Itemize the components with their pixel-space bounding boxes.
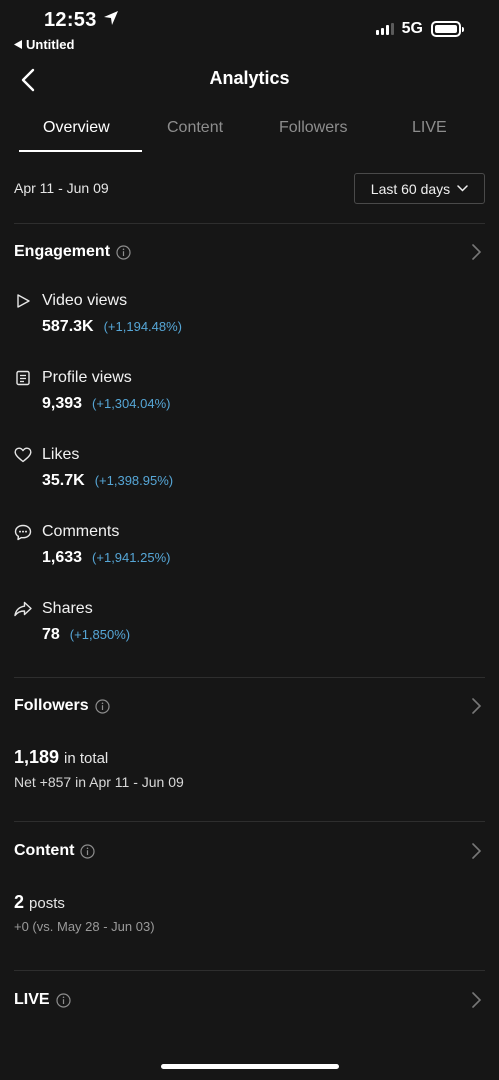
chevron-right-icon[interactable] xyxy=(470,843,482,859)
active-tab-indicator xyxy=(19,150,142,152)
date-range-dropdown-label: Last 60 days xyxy=(370,180,451,197)
divider xyxy=(14,970,485,971)
chevron-down-icon xyxy=(457,185,468,192)
home-indicator[interactable] xyxy=(161,1064,339,1069)
followers-total: 1,189 in total xyxy=(14,747,108,768)
page-title: Analytics xyxy=(209,68,290,88)
live-title: LIVE xyxy=(14,991,50,1008)
content-section-title[interactable]: Content xyxy=(14,842,96,860)
chevron-right-icon[interactable] xyxy=(470,698,482,714)
date-range-label: Apr 11 - Jun 09 xyxy=(14,180,109,196)
share-icon xyxy=(14,600,32,618)
play-icon xyxy=(14,292,32,310)
info-icon xyxy=(116,244,131,260)
info-icon xyxy=(95,698,110,714)
status-bar: 12:53 Untitled 5G xyxy=(0,0,499,56)
content-compare-text: +0 (vs. May 28 - Jun 03) xyxy=(14,919,155,934)
metric-video-views[interactable]: Video views 587.3K (+1,194.48%) xyxy=(14,292,485,352)
followers-section-title[interactable]: Followers xyxy=(14,697,110,715)
metric-label: Likes xyxy=(42,446,80,463)
content-posts: 2 posts xyxy=(14,892,65,913)
metric-likes[interactable]: Likes 35.7K (+1,398.95%) xyxy=(14,446,485,506)
metric-change: (+1,941.25%) xyxy=(92,550,171,565)
comment-icon xyxy=(14,523,32,541)
engagement-section-title[interactable]: Engagement xyxy=(14,243,131,261)
info-icon xyxy=(80,843,96,859)
divider xyxy=(14,677,485,678)
tab-content[interactable]: Content xyxy=(167,119,223,137)
info-icon xyxy=(55,992,71,1008)
metric-label: Video views xyxy=(42,292,128,309)
tab-overview[interactable]: Overview xyxy=(43,119,110,137)
metric-change: (+1,850%) xyxy=(69,627,131,642)
metric-change: (+1,194.48%) xyxy=(103,319,183,334)
clock-text: 12:53 xyxy=(44,9,97,31)
followers-title: Followers xyxy=(14,697,89,714)
metric-change: (+1,398.95%) xyxy=(94,473,174,488)
location-arrow-icon xyxy=(103,9,119,32)
metric-profile-views[interactable]: Profile views 9,393 (+1,304.04%) xyxy=(14,369,485,429)
status-indicators: 5G xyxy=(375,20,464,38)
metric-comments[interactable]: Comments 1,633 (+1,941.25%) xyxy=(14,523,485,583)
status-time: 12:53 xyxy=(44,9,119,32)
metric-value: 78 xyxy=(42,626,60,643)
back-app-label: Untitled xyxy=(26,37,75,52)
followers-total-value: 1,189 xyxy=(14,747,60,767)
tab-followers[interactable]: Followers xyxy=(279,119,347,137)
signal-icon xyxy=(375,23,394,35)
metric-value: 1,633 xyxy=(42,549,83,566)
tab-bar: Overview Content Followers LIVE xyxy=(0,110,499,154)
metric-shares[interactable]: Shares 78 (+1,850%) xyxy=(14,600,485,660)
metric-value: 35.7K xyxy=(42,472,85,489)
back-to-app-link[interactable]: Untitled xyxy=(14,37,74,52)
metric-value: 587.3K xyxy=(42,318,94,335)
content-posts-value: 2 xyxy=(14,892,25,912)
chevron-right-icon[interactable] xyxy=(470,244,482,260)
date-range-dropdown[interactable]: Last 60 days xyxy=(354,173,485,204)
followers-net-text: Net +857 in Apr 11 - Jun 09 xyxy=(14,774,184,790)
divider xyxy=(14,821,485,822)
metric-label: Shares xyxy=(42,600,93,617)
live-section-title[interactable]: LIVE xyxy=(14,991,71,1009)
content-posts-suffix: posts xyxy=(29,895,65,912)
nav-header: Analytics xyxy=(0,58,499,102)
network-label: 5G xyxy=(401,20,423,37)
chevron-right-icon[interactable] xyxy=(470,992,482,1008)
metric-value: 9,393 xyxy=(42,395,83,412)
back-triangle-icon xyxy=(14,37,22,52)
metric-label: Comments xyxy=(42,523,120,540)
followers-total-suffix: in total xyxy=(64,750,109,767)
heart-icon xyxy=(14,446,32,464)
tab-live[interactable]: LIVE xyxy=(412,119,447,137)
engagement-title: Engagement xyxy=(14,243,111,260)
metric-label: Profile views xyxy=(42,369,132,386)
battery-icon xyxy=(431,21,464,37)
profile-icon xyxy=(14,369,32,387)
metric-change: (+1,304.04%) xyxy=(92,396,171,411)
content-title: Content xyxy=(14,842,75,859)
divider xyxy=(14,223,485,224)
